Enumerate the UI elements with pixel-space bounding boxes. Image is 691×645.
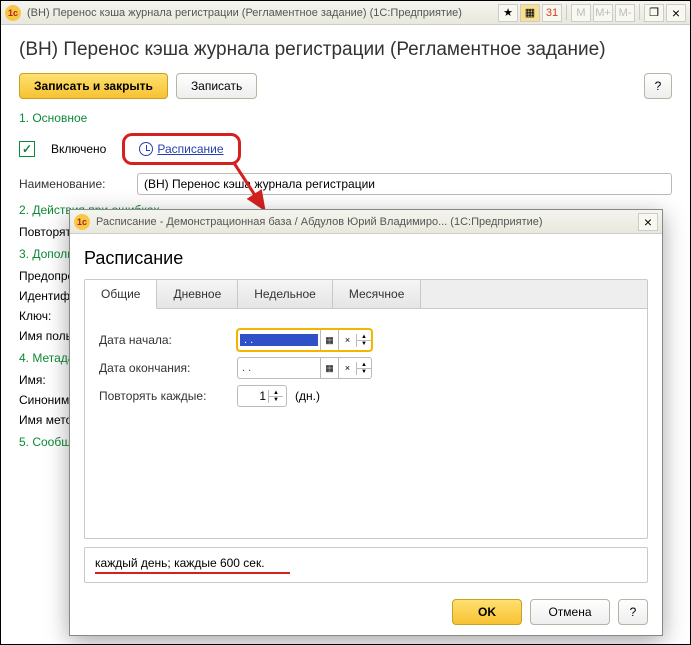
schedule-highlight: Расписание — [122, 133, 240, 165]
toolbar-calc-icon[interactable]: ▦ — [520, 4, 540, 22]
name-label: Наименование: — [19, 177, 129, 191]
tabs: Общие Дневное Недельное Месячное — [85, 280, 647, 309]
main-titlebar: 1c (ВН) Перенос кэша журнала регистрации… — [1, 1, 690, 25]
calendar-icon[interactable]: ▦ — [320, 330, 338, 350]
window-title: (ВН) Перенос кэша журнала регистрации (Р… — [27, 7, 498, 19]
date-start-input[interactable]: . . ▦ × ▲▼ — [237, 329, 372, 351]
repeat-spinner[interactable]: ▲▼ — [268, 390, 283, 403]
help-button[interactable]: ? — [644, 73, 672, 99]
repeat-label: Повторять каждые: — [99, 389, 229, 403]
app-icon: 1c — [74, 214, 90, 230]
toolbar-m3-icon[interactable]: M- — [615, 4, 635, 22]
tab-weekly[interactable]: Недельное — [238, 280, 333, 308]
save-button[interactable]: Записать — [176, 73, 257, 99]
schedule-link[interactable]: Расписание — [157, 142, 223, 156]
key-label: Ключ: — [19, 309, 51, 323]
clear-icon[interactable]: × — [338, 330, 356, 350]
clock-icon — [139, 142, 153, 156]
enabled-checkbox[interactable]: ✓ — [19, 141, 35, 157]
tab-daily[interactable]: Дневное — [157, 280, 238, 308]
schedule-summary: каждый день; каждые 600 сек. — [84, 547, 648, 583]
toolbar-calendar-icon[interactable]: 31 — [542, 4, 562, 22]
dialog-heading: Расписание — [84, 248, 648, 269]
annotation-underline — [95, 572, 290, 574]
section-main: 1. Основное — [19, 111, 672, 125]
date-spinner[interactable]: ▲▼ — [356, 362, 371, 375]
page-title: (ВН) Перенос кэша журнала регистрации (Р… — [19, 39, 672, 61]
date-end-value: . . — [238, 362, 320, 374]
name-input[interactable] — [137, 173, 672, 195]
repeat-input[interactable]: ▲▼ — [237, 385, 287, 407]
calendar-icon[interactable]: ▦ — [320, 358, 338, 378]
toolbar-m1-icon[interactable]: M — [571, 4, 591, 22]
cancel-button[interactable]: Отмена — [530, 599, 610, 625]
synonym-label: Синоним — [19, 393, 69, 407]
date-start-value: . . — [240, 334, 318, 346]
toolbar-favorite-icon[interactable]: ★ — [498, 4, 518, 22]
date-start-label: Дата начала: — [99, 333, 229, 347]
toolbar-m2-icon[interactable]: M+ — [593, 4, 613, 22]
repeat-value[interactable] — [238, 388, 268, 404]
save-and-close-button[interactable]: Записать и закрыть — [19, 73, 168, 99]
window-restore-icon[interactable]: ❐ — [644, 4, 664, 22]
metaname-label: Имя: — [19, 373, 46, 387]
dialog-title: Расписание - Демонстрационная база / Абд… — [96, 216, 638, 228]
window-close-icon[interactable]: × — [666, 4, 686, 22]
enabled-label: Включено — [51, 142, 106, 156]
app-icon: 1c — [5, 5, 21, 21]
tab-general[interactable]: Общие — [85, 280, 157, 309]
dialog-titlebar: 1c Расписание - Демонстрационная база / … — [70, 210, 662, 234]
tab-monthly[interactable]: Месячное — [333, 280, 422, 308]
date-spinner[interactable]: ▲▼ — [356, 334, 371, 347]
repeat-unit: (дн.) — [295, 389, 320, 403]
ok-button[interactable]: OK — [452, 599, 522, 625]
dialog-help-button[interactable]: ? — [618, 599, 648, 625]
schedule-dialog: 1c Расписание - Демонстрационная база / … — [69, 209, 663, 636]
summary-text: каждый день; каждые 600 сек. — [95, 556, 265, 570]
date-end-input[interactable]: . . ▦ × ▲▼ — [237, 357, 372, 379]
clear-icon[interactable]: × — [338, 358, 356, 378]
dialog-close-icon[interactable]: × — [638, 213, 658, 231]
date-end-label: Дата окончания: — [99, 361, 229, 375]
